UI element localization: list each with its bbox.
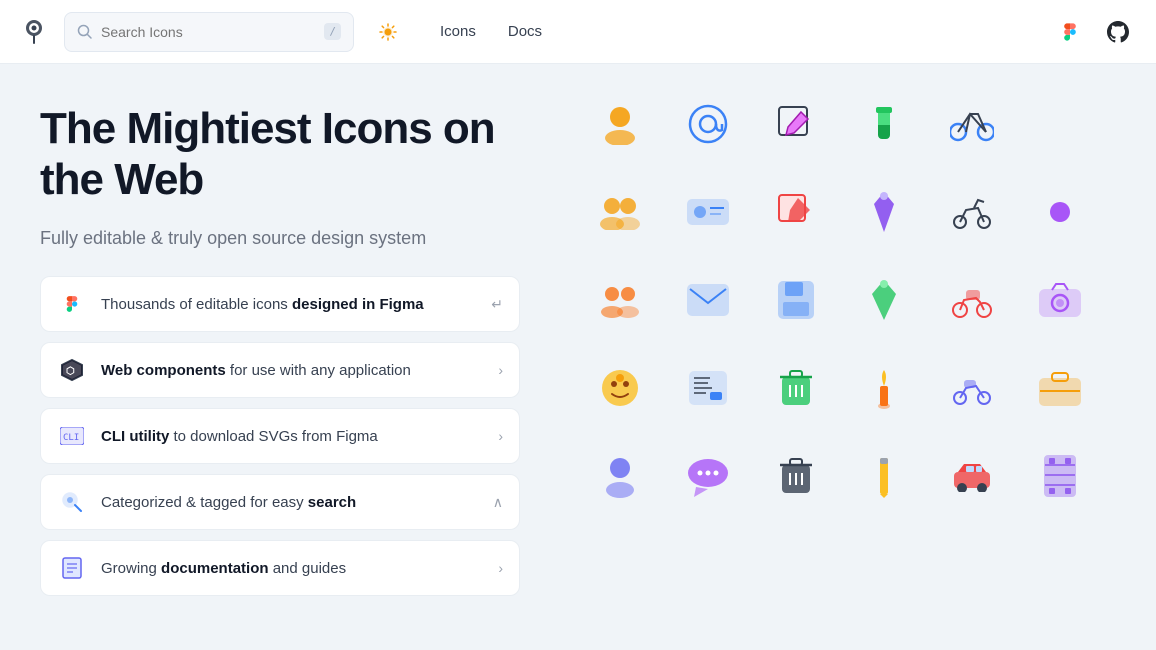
search-feature-icon (57, 487, 87, 517)
feature-search-arrow: ∧ (493, 494, 503, 511)
hero-subtitle: Fully editable & truly open source desig… (40, 225, 520, 252)
feature-cli-arrow: › (498, 428, 503, 444)
icon-moped[interactable] (932, 260, 1012, 340)
main-content: The Mightiest Icons on the Web Fully edi… (0, 64, 1156, 650)
feature-docs-arrow: › (498, 560, 503, 576)
feature-cli[interactable]: CLI CLI utility to download SVGs from Fi… (40, 408, 520, 464)
icon-user[interactable] (580, 84, 660, 164)
feature-search[interactable]: Categorized & tagged for easy search ∧ (40, 474, 520, 530)
icon-users[interactable] (580, 172, 660, 252)
icon-car[interactable] (932, 436, 1012, 516)
icon-drink[interactable] (844, 84, 924, 164)
icon-grid (560, 64, 1120, 536)
feature-web-text: Web components for use with any applicat… (101, 360, 484, 381)
feature-search-text: Categorized & tagged for easy search (101, 492, 479, 513)
svg-text:CLI: CLI (63, 433, 79, 443)
github-button[interactable] (1100, 14, 1136, 50)
feature-cli-text: CLI utility to download SVGs from Figma (101, 426, 484, 447)
icon-bicycle[interactable] (932, 84, 1012, 164)
figma-button[interactable] (1052, 14, 1088, 50)
svg-text:⬡: ⬡ (66, 366, 75, 377)
icon-at[interactable] (668, 84, 748, 164)
search-icon (77, 24, 93, 40)
feature-figma-text: Thousands of editable icons designed in … (101, 294, 477, 315)
icon-inbox[interactable] (668, 348, 748, 428)
icon-edit-box[interactable] (756, 172, 836, 252)
icon-chat[interactable] (668, 436, 748, 516)
feature-web-components[interactable]: ⬡ Web components for use with any applic… (40, 342, 520, 398)
feature-figma-arrow: ↵ (491, 296, 503, 313)
search-shortcut: / (324, 23, 341, 40)
icon-save[interactable] (756, 260, 836, 340)
icon-purple-dot[interactable] (1020, 172, 1100, 252)
icon-user3[interactable] (580, 436, 660, 516)
icon-candle[interactable] (844, 348, 924, 428)
icon-scooter1[interactable] (932, 172, 1012, 252)
cli-icon: CLI (57, 421, 87, 451)
right-panel (560, 64, 1156, 650)
feature-docs-text: Growing documentation and guides (101, 558, 484, 579)
main-nav: Icons Docs (426, 15, 556, 48)
search-bar[interactable]: / (64, 12, 354, 52)
search-input[interactable] (101, 24, 316, 40)
icon-trash[interactable] (756, 348, 836, 428)
web-components-icon: ⬡ (57, 355, 87, 385)
docs-icon (57, 553, 87, 583)
feature-docs[interactable]: Growing documentation and guides › (40, 540, 520, 596)
nav-icons[interactable]: Icons (426, 15, 490, 48)
icon-pencil[interactable] (844, 436, 924, 516)
feature-figma[interactable]: Thousands of editable icons designed in … (40, 276, 520, 332)
icon-pen[interactable] (844, 172, 924, 252)
hero-title: The Mightiest Icons on the Web (40, 104, 520, 205)
icon-pen2[interactable] (844, 260, 924, 340)
header-right (1052, 14, 1136, 50)
icon-id-card[interactable] (668, 172, 748, 252)
nav-docs[interactable]: Docs (494, 15, 556, 48)
icon-edit[interactable] (756, 84, 836, 164)
logo[interactable] (20, 18, 48, 46)
icon-email[interactable] (668, 260, 748, 340)
icon-face[interactable] (580, 348, 660, 428)
left-panel: The Mightiest Icons on the Web Fully edi… (0, 64, 560, 650)
icon-camera[interactable] (1020, 260, 1100, 340)
feature-list: Thousands of editable icons designed in … (40, 276, 520, 596)
icon-empty-1 (1020, 84, 1100, 164)
icon-briefcase[interactable] (1020, 348, 1100, 428)
figma-feature-icon (57, 289, 87, 319)
icon-trash2[interactable] (756, 436, 836, 516)
icon-users2[interactable] (580, 260, 660, 340)
feature-web-arrow: › (498, 362, 503, 378)
theme-toggle-button[interactable] (370, 14, 406, 50)
icon-scooter2[interactable] (932, 348, 1012, 428)
icon-film[interactable] (1020, 436, 1100, 516)
header: / Icons Docs (0, 0, 1156, 64)
